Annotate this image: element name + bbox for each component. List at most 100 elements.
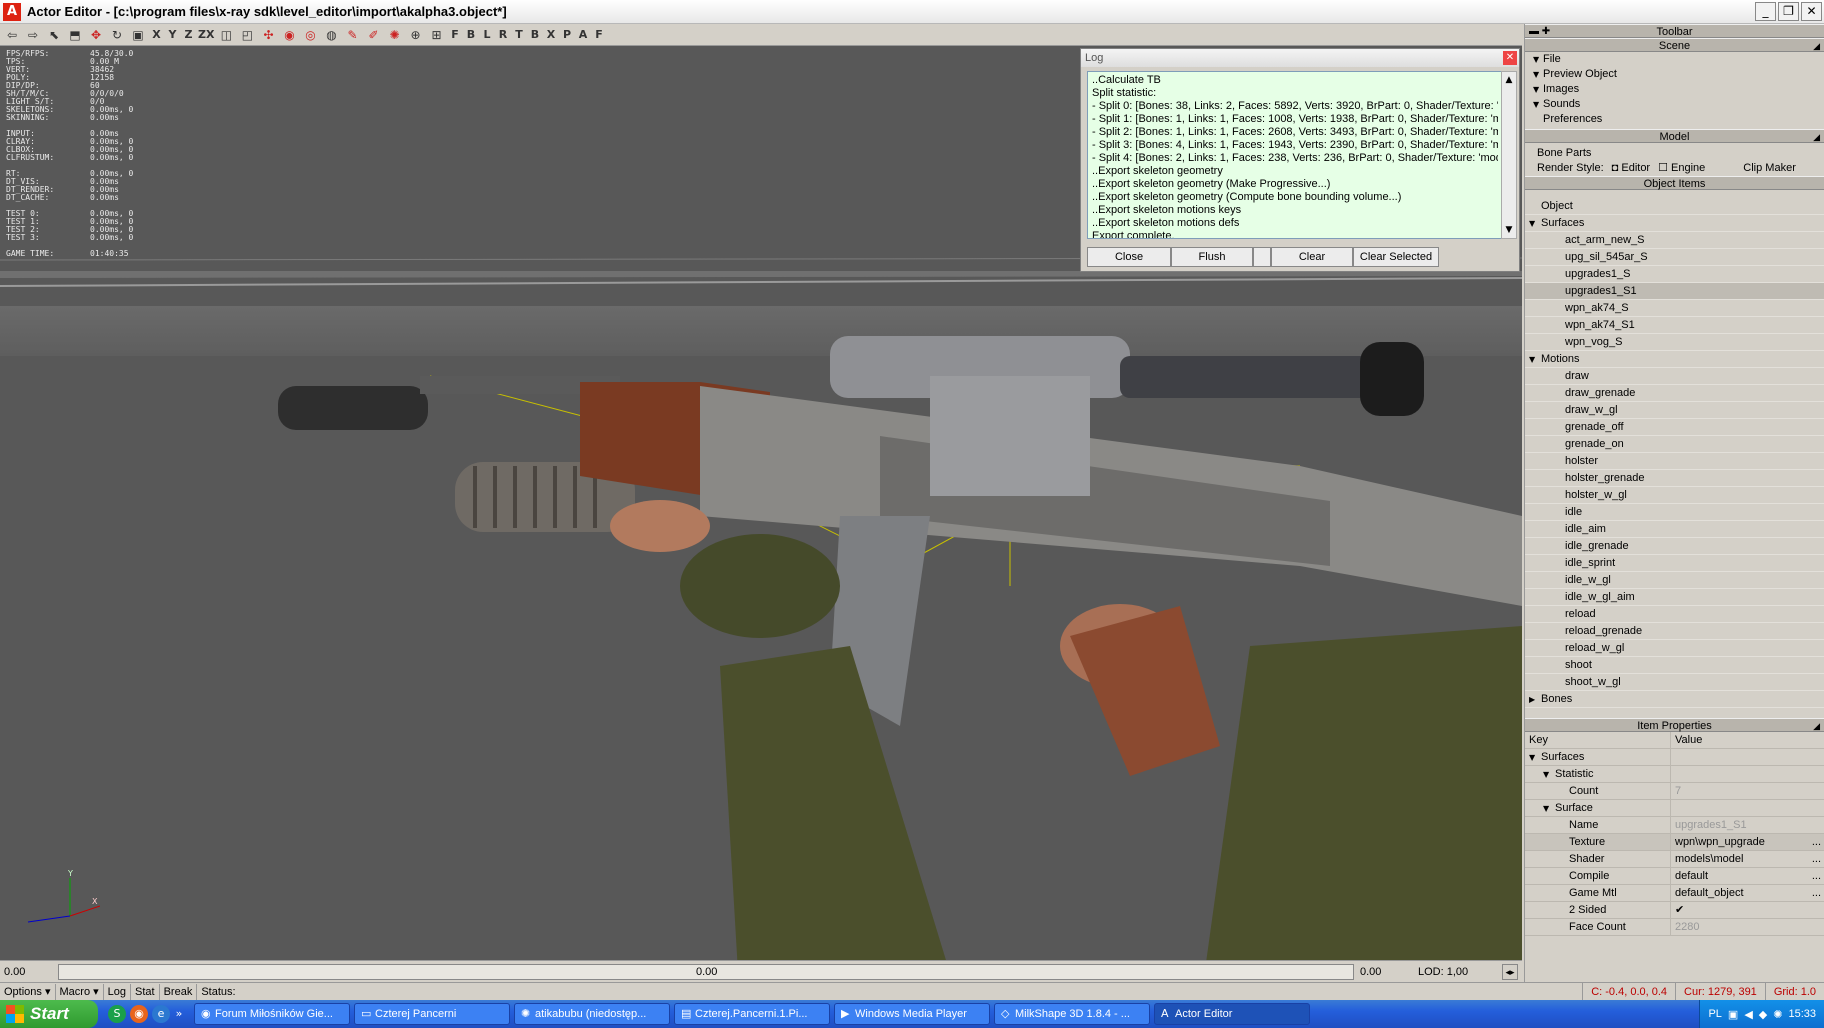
view-a-icon[interactable]: A (576, 26, 589, 44)
browse-button[interactable]: ... (1812, 868, 1821, 884)
collapse-icon[interactable]: ◢ (1813, 39, 1820, 53)
scene-item-preview-object[interactable]: ▼ Preview Object (1525, 67, 1824, 82)
tree-node[interactable]: idle_grenade (1525, 538, 1824, 555)
property-row[interactable]: ▼ Surface (1525, 800, 1824, 817)
scroll-up-icon[interactable]: ▲ (1502, 72, 1516, 88)
clip-maker-button[interactable]: Clip Maker (1743, 161, 1796, 176)
firefox-icon[interactable]: ◉ (130, 1005, 148, 1023)
tree-node[interactable]: upgrades1_S (1525, 266, 1824, 283)
gadu-tray-icon[interactable]: ✺ (1773, 1008, 1782, 1021)
log-clear-selected-button[interactable]: Clear Selected (1353, 247, 1439, 267)
tree-node[interactable]: wpn_ak74_S (1525, 300, 1824, 317)
pencil-icon[interactable]: ✎ (343, 26, 361, 44)
view-reset-icon[interactable]: X (544, 26, 557, 44)
magnet2-icon[interactable]: ◎ (301, 26, 319, 44)
undo-icon[interactable]: ⇦ (3, 26, 21, 44)
log-button[interactable]: Log (104, 983, 131, 1000)
tree-node[interactable]: upgrades1_S1 (1525, 283, 1824, 300)
angle-snap-icon[interactable]: ◍ (322, 26, 340, 44)
timeline-bar[interactable]: 0.00 0.00 0.00 LOD: 1,00 ◂▸ (0, 960, 1522, 982)
tree-node[interactable]: upg_sil_545ar_S (1525, 249, 1824, 266)
scene-item-file[interactable]: ▼ File (1525, 52, 1824, 67)
tree-node[interactable]: reload (1525, 606, 1824, 623)
snap-icon[interactable]: ◫ (217, 26, 235, 44)
scale-icon[interactable]: ▣ (129, 26, 147, 44)
start-button[interactable]: Start (0, 1000, 98, 1028)
browse-button[interactable]: ... (1812, 851, 1821, 867)
property-row[interactable]: 2 Sided ✔ (1525, 902, 1824, 919)
expand-triangle-icon[interactable]: ▼ (1529, 749, 1541, 765)
language-indicator[interactable]: PL (1708, 1008, 1721, 1020)
property-row[interactable]: Game Mtl default_object... (1525, 885, 1824, 902)
log-close-button[interactable]: Close (1087, 247, 1171, 267)
view-top-icon[interactable]: T (512, 26, 525, 44)
view-persp-icon[interactable]: P (560, 26, 573, 44)
property-row[interactable]: Compile default... (1525, 868, 1824, 885)
tree-node[interactable]: holster (1525, 453, 1824, 470)
add-icon[interactable]: ⬒ (66, 26, 84, 44)
select-icon[interactable]: ⬉ (45, 26, 63, 44)
view-f-icon[interactable]: F (592, 26, 605, 44)
scroll-down-icon[interactable]: ▼ (1502, 222, 1516, 238)
object-snap-icon[interactable]: ✣ (259, 26, 277, 44)
tree-node[interactable]: idle_aim (1525, 521, 1824, 538)
tree-node[interactable]: ▼ Surfaces (1525, 215, 1824, 232)
tree-node[interactable]: idle_w_gl_aim (1525, 589, 1824, 606)
browse-button[interactable]: ... (1812, 834, 1821, 850)
tree-node[interactable]: Object (1525, 198, 1824, 215)
render-engine-radio[interactable]: ☐ Engine (1658, 161, 1705, 176)
light-icon[interactable]: ✺ (385, 26, 403, 44)
zoom-sel-icon[interactable]: ⊞ (427, 26, 445, 44)
tree-node[interactable]: holster_grenade (1525, 470, 1824, 487)
property-row[interactable]: Name upgrades1_S1 (1525, 817, 1824, 834)
pin-icon[interactable]: ▬ ✚ (1529, 25, 1550, 39)
paint-icon[interactable]: ✐ (364, 26, 382, 44)
expand-triangle-icon[interactable]: ▼ (1543, 766, 1555, 782)
taskbar-button[interactable]: A Actor Editor (1154, 1003, 1310, 1025)
network-icon[interactable]: ▣ (1728, 1008, 1738, 1021)
tree-node[interactable]: idle (1525, 504, 1824, 521)
maximize-button[interactable]: ❐ (1778, 2, 1799, 21)
tree-node[interactable]: reload_grenade (1525, 623, 1824, 640)
tree-node[interactable]: shoot (1525, 657, 1824, 674)
collapse-icon[interactable]: ◢ (1813, 130, 1820, 144)
view-right-icon[interactable]: R (496, 26, 509, 44)
bone-parts-button[interactable]: Bone Parts (1525, 146, 1824, 161)
redo-icon[interactable]: ⇨ (24, 26, 42, 44)
minimize-button[interactable]: _ (1755, 2, 1776, 21)
taskbar-button[interactable]: ▭ Czterej Pancerni (354, 1003, 510, 1025)
view-back-icon[interactable]: B (464, 26, 477, 44)
tree-node[interactable]: reload_w_gl (1525, 640, 1824, 657)
arrow-icon[interactable]: ◀ (1744, 1008, 1752, 1021)
rotate-icon[interactable]: ↻ (108, 26, 126, 44)
shield-icon[interactable]: ◆ (1759, 1008, 1767, 1021)
skype-icon[interactable]: S (108, 1005, 126, 1023)
axis-x-icon[interactable]: X (150, 26, 163, 44)
grid-snap-icon[interactable]: ◰ (238, 26, 256, 44)
tree-node[interactable]: ▶ Bones (1525, 691, 1824, 708)
taskbar-button[interactable]: ◉ Forum Miłośników Gie... (194, 1003, 350, 1025)
axis-y-icon[interactable]: Y (166, 26, 179, 44)
tree-node[interactable]: grenade_on (1525, 436, 1824, 453)
log-scrollbar[interactable]: ▲ ▼ (1501, 71, 1517, 239)
tree-node[interactable]: wpn_vog_S (1525, 334, 1824, 351)
property-row[interactable]: ▼ Surfaces (1525, 749, 1824, 766)
tree-node[interactable]: holster_w_gl (1525, 487, 1824, 504)
tree-node[interactable]: grenade_off (1525, 419, 1824, 436)
taskbar-button[interactable]: ✺ atikabubu (niedostęp... (514, 1003, 670, 1025)
view-left-icon[interactable]: L (480, 26, 493, 44)
scene-item-preferences[interactable]: Preferences (1525, 112, 1824, 127)
property-row[interactable]: Count 7 (1525, 783, 1824, 800)
tree-node[interactable]: wpn_ak74_S1 (1525, 317, 1824, 334)
break-button[interactable]: Break (160, 983, 198, 1000)
axis-z-icon[interactable]: Z (182, 26, 195, 44)
move-icon[interactable]: ✥ (87, 26, 105, 44)
macro-menu[interactable]: Macro ▾ (56, 983, 104, 1000)
tree-node[interactable]: shoot_w_gl (1525, 674, 1824, 691)
taskbar-button[interactable]: ▤ Czterej.Pancerni.1.Pi... (674, 1003, 830, 1025)
zoom-icon[interactable]: ⊕ (406, 26, 424, 44)
render-editor-radio[interactable]: ◘ Editor (1612, 161, 1650, 176)
taskbar-button[interactable]: ▶ Windows Media Player (834, 1003, 990, 1025)
log-clear-button[interactable]: Clear (1271, 247, 1353, 267)
collapse-icon[interactable]: ◢ (1813, 719, 1820, 733)
